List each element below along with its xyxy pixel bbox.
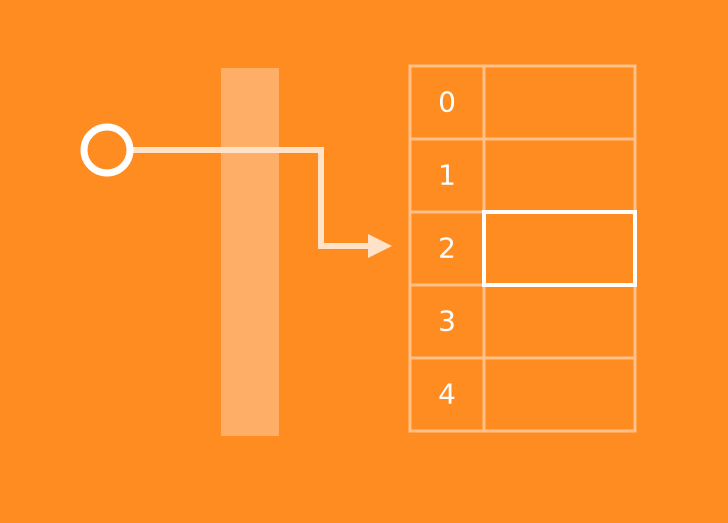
arrow-right-icon [368, 234, 392, 258]
barrier-bar [221, 68, 279, 436]
index-label: 0 [438, 86, 456, 119]
index-label: 4 [438, 378, 456, 411]
table-row: 2 [408, 210, 637, 287]
value-cell [482, 210, 637, 287]
value-cell [482, 356, 637, 433]
value-cell [482, 137, 637, 214]
table-row: 1 [408, 137, 637, 214]
highlighted-value-cell [482, 210, 637, 287]
index-label: 3 [438, 305, 456, 338]
hash-lookup-diagram: 0 1 2 3 4 [80, 64, 637, 436]
index-label: 2 [438, 232, 456, 265]
index-label: 1 [438, 159, 456, 192]
index-table: 0 1 2 3 4 [408, 64, 637, 433]
diagram-canvas: 0 1 2 3 4 [0, 0, 728, 523]
table-row: 3 [408, 283, 637, 360]
table-row: 0 [408, 64, 637, 141]
value-cell [482, 283, 637, 360]
table-row: 4 [408, 356, 637, 433]
value-cell [482, 64, 637, 141]
circle-node-icon [80, 123, 134, 177]
